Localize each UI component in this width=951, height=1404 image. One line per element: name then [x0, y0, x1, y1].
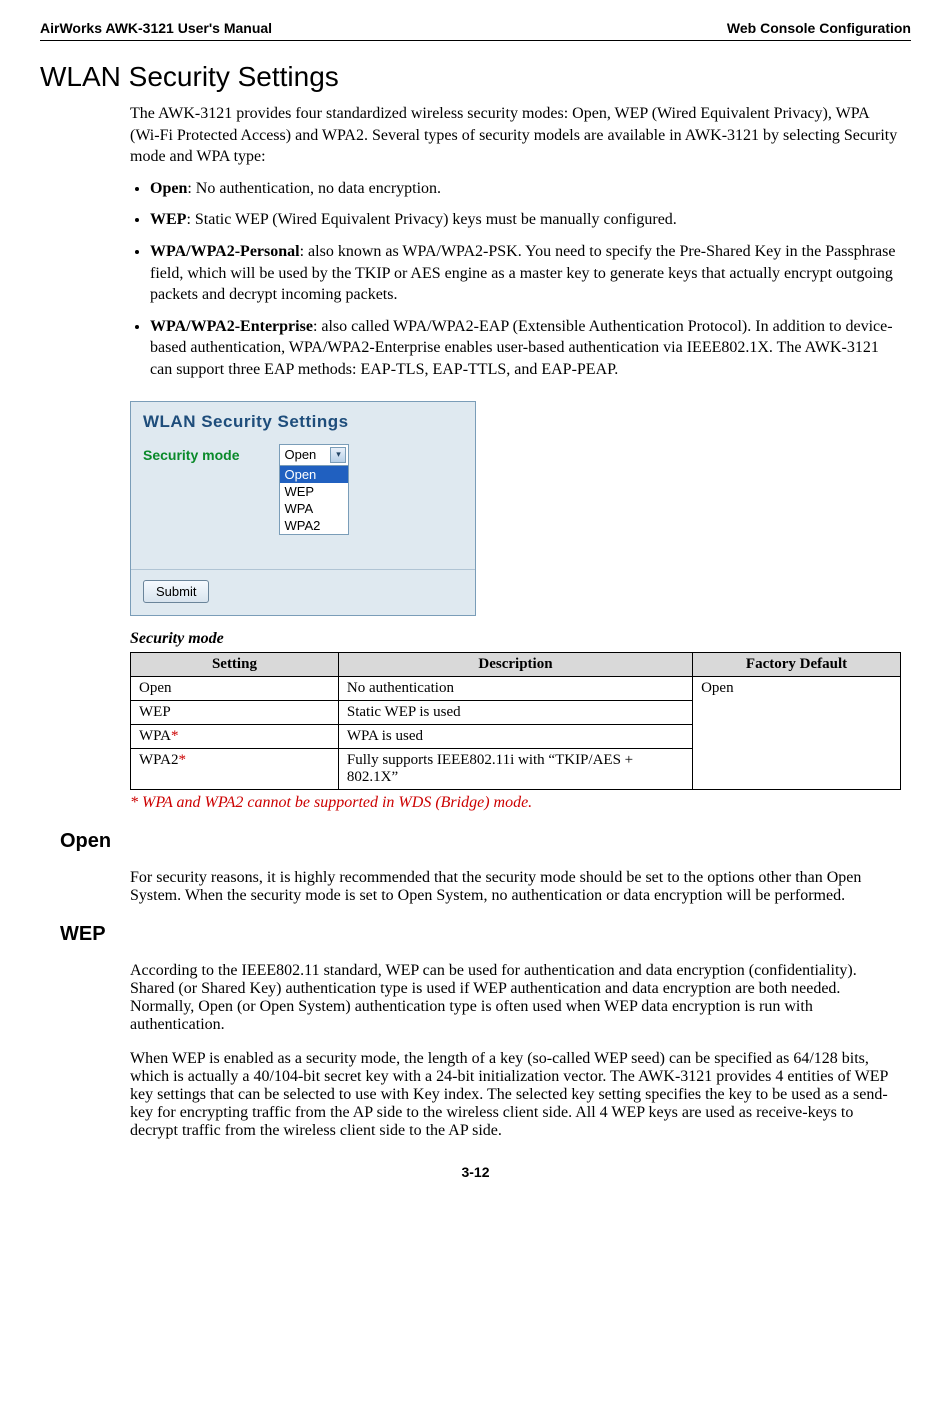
select-option-wpa2[interactable]: WPA2 — [280, 517, 348, 534]
select-option-wpa[interactable]: WPA — [280, 500, 348, 517]
select-option-open[interactable]: Open — [280, 466, 348, 483]
open-paragraph: For security reasons, it is highly recom… — [130, 869, 901, 905]
table-caption: Security mode — [130, 630, 901, 648]
select-option-wep[interactable]: WEP — [280, 483, 348, 500]
mode-bullet-list: Open: No authentication, no data encrypt… — [130, 178, 901, 381]
security-mode-label: Security mode — [143, 444, 239, 463]
wep-heading: WEP — [60, 923, 911, 946]
header-right: Web Console Configuration — [727, 20, 911, 36]
wlan-settings-panel: WLAN Security Settings Security mode Ope… — [130, 401, 476, 616]
factory-default-cell: Open — [693, 676, 901, 789]
header-left: AirWorks AWK-3121 User's Manual — [40, 20, 272, 36]
section-title: WLAN Security Settings — [40, 61, 911, 93]
bullet-wpa-enterprise: WPA/WPA2-Enterprise: also called WPA/WPA… — [150, 316, 901, 381]
submit-button[interactable]: Submit — [143, 580, 209, 603]
wep-paragraph-2: When WEP is enabled as a security mode, … — [130, 1050, 901, 1140]
bullet-wep: WEP: Static WEP (Wired Equivalent Privac… — [150, 209, 901, 231]
col-default: Factory Default — [693, 652, 901, 676]
page-header: AirWorks AWK-3121 User's Manual Web Cons… — [40, 20, 911, 41]
bullet-wpa-personal: WPA/WPA2-Personal: also known as WPA/WPA… — [150, 241, 901, 306]
select-value: Open — [284, 447, 316, 462]
page-number: 3-12 — [40, 1164, 911, 1180]
open-heading: Open — [60, 830, 911, 853]
security-mode-table: Setting Description Factory Default Open… — [130, 652, 901, 790]
col-setting: Setting — [131, 652, 339, 676]
chevron-down-icon[interactable]: ▾ — [330, 447, 346, 463]
panel-title: WLAN Security Settings — [143, 412, 463, 432]
intro-paragraph: The AWK-3121 provides four standardized … — [130, 103, 901, 168]
col-description: Description — [338, 652, 692, 676]
security-mode-select[interactable]: Open ▾ Open WEP WPA WPA2 — [279, 444, 349, 535]
bullet-open: Open: No authentication, no data encrypt… — [150, 178, 901, 200]
footnote: * WPA and WPA2 cannot be supported in WD… — [130, 794, 901, 812]
table-row: Open No authentication Open — [131, 676, 901, 700]
wep-paragraph-1: According to the IEEE802.11 standard, WE… — [130, 962, 901, 1034]
